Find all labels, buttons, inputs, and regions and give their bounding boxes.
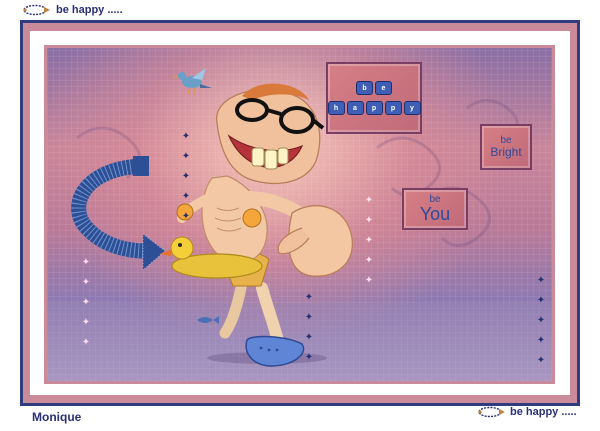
- tag-be-happy-line2: h a p p y: [327, 101, 421, 115]
- tag-be-bright: be Bright: [480, 124, 532, 170]
- curved-arrow-icon: [71, 156, 166, 272]
- scene-graphics: [47, 68, 552, 381]
- hex-letter: e: [375, 81, 392, 95]
- star-column-left: ✦ ✦ ✦ ✦ ✦: [81, 257, 91, 348]
- hex-letter: a: [346, 101, 364, 115]
- header-badge: be happy .....: [22, 3, 123, 17]
- signature: Monique: [32, 410, 82, 424]
- hex-letter: b: [356, 81, 373, 95]
- tag-be-you-line2: You: [419, 204, 451, 224]
- star-column-center: ✦ ✦ ✦ ✦: [304, 292, 314, 363]
- tag-be-happy-line1: b e: [356, 81, 392, 95]
- hex-letter: h: [327, 101, 345, 115]
- swirl-arrow-icon: [23, 4, 50, 16]
- star-column-center-right: ✦ ✦ ✦ ✦ ✦: [364, 195, 374, 286]
- star-column-center-left: ✦ ✦ ✦ ✦ ✦: [181, 131, 191, 222]
- header-badge-text: be happy .....: [56, 4, 123, 16]
- star-column-right: ✦ ✦ ✦ ✦ ✦: [536, 275, 546, 366]
- swirl-arrow-icon: [478, 406, 505, 418]
- tag-be-bright-line2: Bright: [490, 145, 522, 159]
- footer-badge: be happy .....: [477, 405, 577, 419]
- hex-letter: p: [365, 101, 383, 115]
- tag-be-happy: b e h a p p y: [326, 62, 422, 134]
- artwork-scene: ✦ ✦ ✦ ✦ ✦ ✦ ✦ ✦ ✦ ✦ ✦ ✦ ✦ ✦ ✦ ✦ ✦ ✦ ✦ ✦ ✦ ✦ ✦ ✦ b e h a p p…: [47, 48, 552, 381]
- footer-badge-text: be happy .....: [510, 406, 577, 418]
- tag-be-you: be You: [402, 188, 468, 230]
- hex-letter: p: [384, 101, 402, 115]
- hex-letter: y: [403, 101, 421, 115]
- bird-icon: [172, 68, 212, 95]
